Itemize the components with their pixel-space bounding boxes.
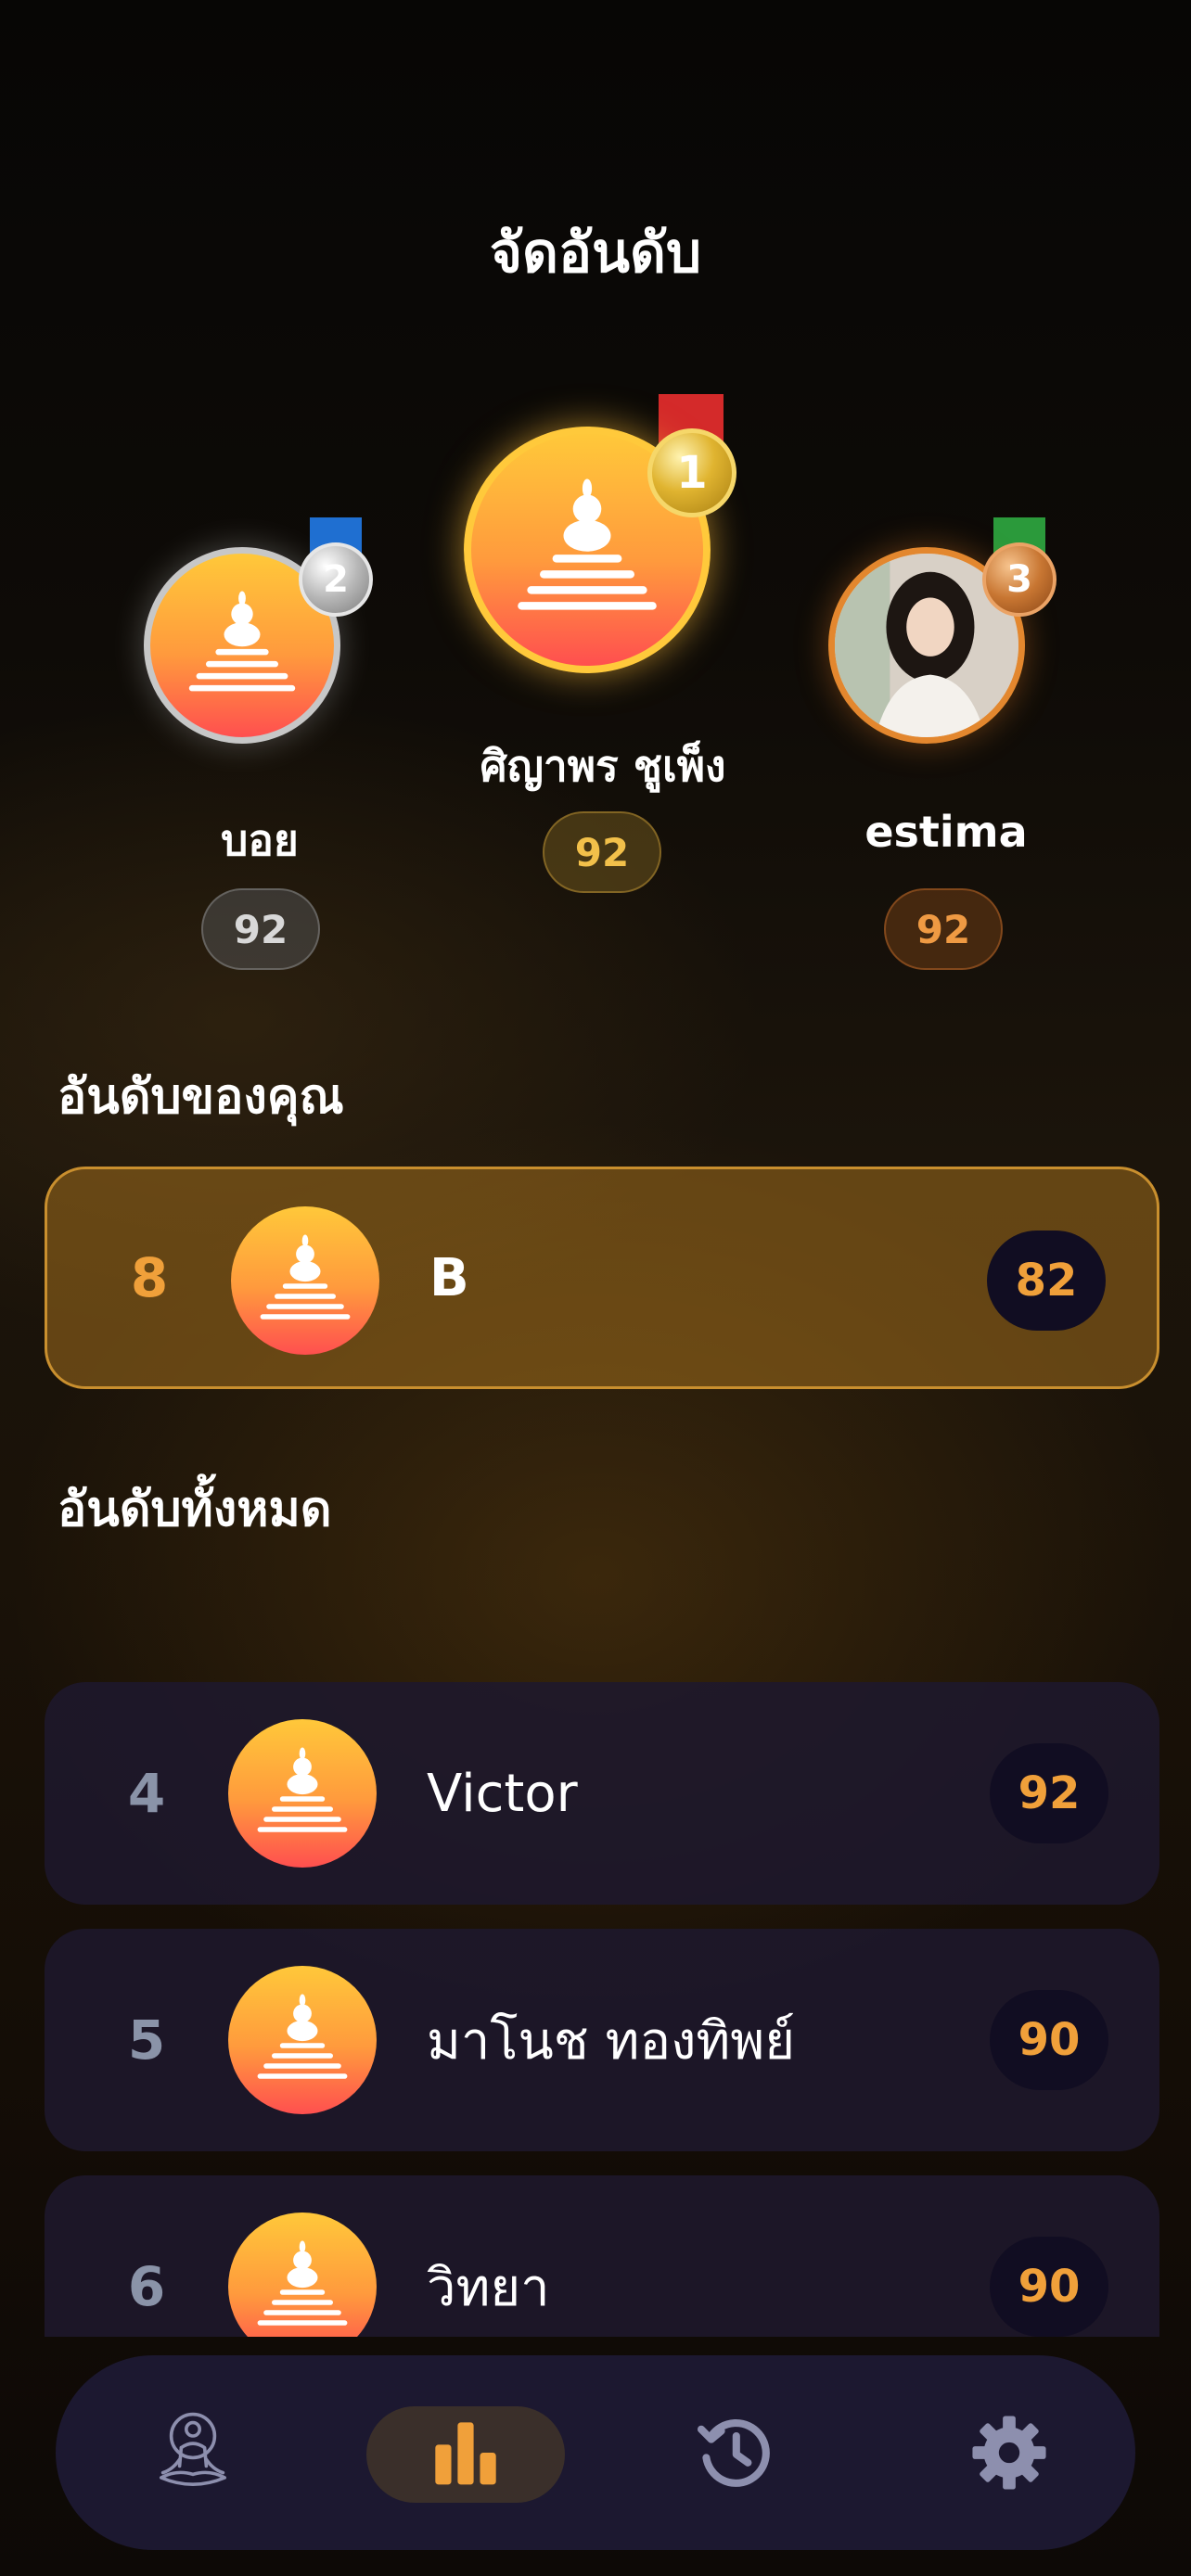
podium-score: 92 — [543, 811, 661, 893]
avatar — [228, 2213, 377, 2337]
gold-medal-icon: 1 — [647, 428, 736, 517]
rank-number: 5 — [127, 2009, 166, 2072]
buddha-icon — [260, 1234, 351, 1320]
rank-number: 6 — [127, 2255, 166, 2318]
buddha-icon — [257, 1747, 348, 1832]
meditation-icon — [160, 2412, 226, 2486]
avatar — [228, 1966, 377, 2114]
silver-medal-icon: 2 — [299, 542, 373, 617]
buddha-icon — [257, 1994, 348, 2079]
nav-meditation[interactable] — [109, 2355, 276, 2550]
leaderboard-icon — [435, 2422, 496, 2485]
podium-score: 92 — [201, 888, 320, 970]
page-title: จัดอันดับ — [489, 221, 702, 286]
buddha-icon — [518, 478, 657, 610]
nav-history[interactable] — [651, 2355, 818, 2550]
user-name: วิทยา — [427, 2257, 550, 2318]
my-rank-row[interactable]: 8 B 82 — [45, 1167, 1159, 1389]
settings-icon — [972, 2416, 1046, 2490]
rank-number: 4 — [127, 1762, 166, 1825]
podium-name: บอย — [221, 815, 299, 865]
score-badge: 82 — [987, 1231, 1106, 1331]
podium-name: ศิญาพร ชูเพ็ง — [480, 741, 726, 791]
user-name: มาโนช ทองทิพย์ — [427, 2010, 796, 2072]
bottom-nav — [56, 2355, 1135, 2550]
avatar — [231, 1206, 379, 1355]
score-badge: 90 — [990, 2237, 1108, 2337]
rank-number: 8 — [130, 1246, 169, 1309]
podium-name: estima — [864, 807, 1028, 857]
ranking-list[interactable]: 4 Victor 92 5 มาโนช ทองทิพย์ 90 6 วิทยา … — [0, 1669, 1191, 2337]
section-title-my-rank: อันดับของคุณ — [58, 1069, 344, 1125]
score-badge: 92 — [990, 1743, 1108, 1843]
nav-leaderboard[interactable] — [382, 2355, 549, 2550]
list-item[interactable]: 6 วิทยา 90 — [45, 2175, 1159, 2337]
list-item[interactable]: 4 Victor 92 — [45, 1682, 1159, 1905]
score-badge: 90 — [990, 1990, 1108, 2090]
buddha-icon — [257, 2240, 348, 2326]
user-name: Victor — [427, 1763, 578, 1824]
avatar — [228, 1719, 377, 1868]
nav-settings[interactable] — [926, 2355, 1093, 2550]
buddha-icon — [188, 591, 296, 692]
bronze-medal-icon: 3 — [982, 542, 1057, 617]
user-name: B — [429, 1247, 469, 1308]
history-icon — [697, 2419, 770, 2487]
section-title-all-ranks: อันดับทั้งหมด — [58, 1482, 332, 1537]
list-item[interactable]: 5 มาโนช ทองทิพย์ 90 — [45, 1929, 1159, 2151]
podium-score: 92 — [884, 888, 1003, 970]
